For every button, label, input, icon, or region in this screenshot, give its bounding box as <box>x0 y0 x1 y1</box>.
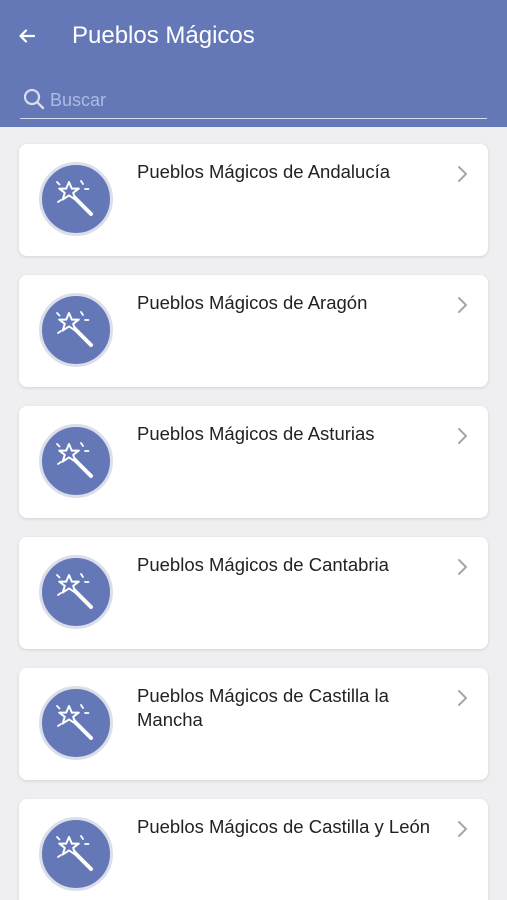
avatar <box>39 555 113 629</box>
list-item-label: Pueblos Mágicos de Andalucía <box>137 161 391 182</box>
avatar <box>39 686 113 760</box>
avatar <box>39 293 113 367</box>
search-bar[interactable] <box>20 84 487 119</box>
region-list: Pueblos Mágicos de Andalucía Pueblos Mági… <box>0 127 507 900</box>
list-item-label: Pueblos Mágicos de Asturias <box>137 423 375 444</box>
list-item-label: Pueblos Mágicos de Cantabria <box>137 554 389 575</box>
list-item[interactable]: Pueblos Mágicos de Cantabria <box>19 537 488 649</box>
arrow-left-icon <box>19 29 36 43</box>
list-item[interactable]: Pueblos Mágicos de Andalucía <box>19 144 488 256</box>
back-button[interactable] <box>12 22 42 50</box>
search-input[interactable] <box>50 86 480 114</box>
list-item[interactable]: Pueblos Mágicos de Asturias <box>19 406 488 518</box>
search-icon <box>23 88 45 110</box>
magic-wand-icon <box>53 831 99 877</box>
magic-wand-icon <box>53 176 99 222</box>
list-item[interactable]: Pueblos Mágicos de Aragón <box>19 275 488 387</box>
avatar <box>39 162 113 236</box>
chevron-right-icon <box>456 426 470 446</box>
avatar <box>39 817 113 891</box>
page-title: Pueblos Mágicos <box>72 22 255 49</box>
chevron-right-icon <box>456 164 470 184</box>
list-item[interactable]: Pueblos Mágicos de Castilla la Mancha <box>19 668 488 780</box>
avatar <box>39 424 113 498</box>
chevron-right-icon <box>456 819 470 839</box>
magic-wand-icon <box>53 307 99 353</box>
app-header: Pueblos Mágicos <box>0 0 507 127</box>
list-item-label: Pueblos Mágicos de Castilla y León <box>137 816 431 837</box>
magic-wand-icon <box>53 569 99 615</box>
list-item[interactable]: Pueblos Mágicos de Castilla y León <box>19 799 488 900</box>
list-item-label: Pueblos Mágicos de Aragón <box>137 292 368 313</box>
chevron-right-icon <box>456 688 470 708</box>
magic-wand-icon <box>53 438 99 484</box>
magic-wand-icon <box>53 700 99 746</box>
chevron-right-icon <box>456 557 470 577</box>
chevron-right-icon <box>456 295 470 315</box>
list-item-label: Pueblos Mágicos de Castilla la Mancha <box>137 685 389 730</box>
